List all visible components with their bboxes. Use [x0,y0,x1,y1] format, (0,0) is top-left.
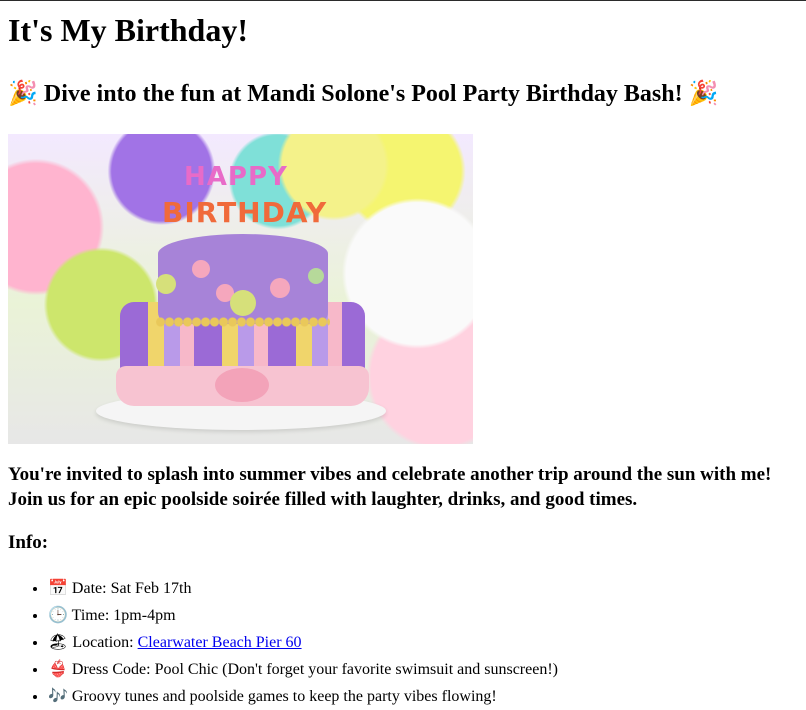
details-list: 📅 Date: Sat Feb 17th 🕒 Time: 1pm-4pm 🏖 L… [8,575,798,710]
party-popper-icon: 🎉 [688,79,719,107]
dress-code-label: Dress Code: [71,661,151,678]
music-notes-icon: 🎶 [48,686,68,705]
location-link[interactable]: Clearwater Beach Pier 60 [138,634,302,651]
page-title: It's My Birthday! [8,12,248,48]
location-label: Location: [72,634,134,651]
list-item-dress-code: 👙 Dress Code: Pool Chic (Don't forget yo… [48,656,798,683]
birthday-topper-text: BIRTHDAY [162,196,328,229]
cake-dot [308,268,324,284]
info-heading: Info: [8,532,49,553]
time-label: Time: [71,607,110,624]
music-text: Groovy tunes and poolside games to keep … [71,688,497,705]
list-item-music: 🎶 Groovy tunes and poolside games to kee… [48,683,798,710]
calendar-icon: 📅 [48,578,68,597]
cake-top-tier [156,234,328,324]
birthday-cake-image: HAPPY BIRTHDAY [8,134,473,444]
cake-dot [156,274,176,294]
cake-dot [230,290,256,316]
page-content: It's My Birthday! 🎉 Dive into the fun at… [0,11,806,710]
date-value: Sat Feb 17th [110,580,192,597]
dress-code-value: Pool Chic (Don't forget your favorite sw… [154,661,558,678]
date-label: Date: [71,580,107,597]
cake-bow [215,368,269,402]
happy-topper-text: HAPPY [184,162,288,192]
party-popper-icon: 🎉 [8,79,38,107]
cake-dot [192,260,210,278]
swimsuit-icon: 👙 [48,659,68,678]
list-item-location: 🏖 Location: Clearwater Beach Pier 60 [48,629,798,656]
location-icon: 🏖 [48,632,69,651]
event-subtitle-text: Dive into the fun at Mandi Solone's Pool… [43,81,683,107]
cake-dot [270,278,290,298]
clock-icon: 🕒 [48,605,68,624]
list-item-date: 📅 Date: Sat Feb 17th [48,575,798,602]
cake-bead-trim [156,316,330,328]
event-subtitle: 🎉 Dive into the fun at Mandi Solone's Po… [8,79,798,108]
invitation-text: You're invited to splash into summer vib… [8,464,772,510]
list-item-time: 🕒 Time: 1pm-4pm [48,602,798,629]
time-value: 1pm-4pm [113,607,176,624]
